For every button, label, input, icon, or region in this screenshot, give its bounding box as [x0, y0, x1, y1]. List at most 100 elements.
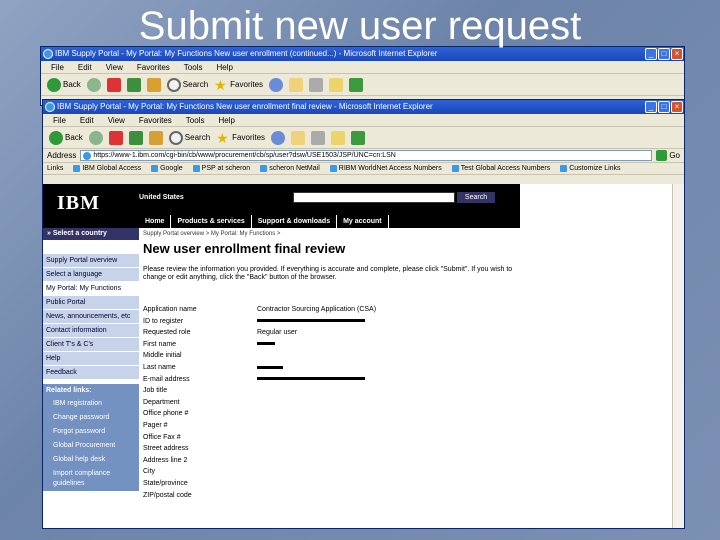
- search-label: Search: [184, 133, 211, 142]
- field-label: City: [143, 468, 156, 476]
- related-link[interactable]: Change password: [43, 411, 139, 425]
- top-nav: Home Products & services Support & downl…: [139, 215, 389, 228]
- link-item[interactable]: RIBM WorldNet Access Numbers: [330, 165, 442, 172]
- menu-file[interactable]: File: [53, 114, 66, 126]
- link-item[interactable]: Google: [151, 165, 183, 172]
- related-link[interactable]: Forgot password: [43, 425, 139, 439]
- review-field-row: State/province: [143, 478, 523, 490]
- vertical-scrollbar[interactable]: [672, 184, 684, 528]
- menu-view[interactable]: View: [106, 61, 123, 73]
- ie-icon: [45, 102, 55, 112]
- nav-products[interactable]: Products & services: [171, 215, 252, 228]
- left-nav-item[interactable]: Client T's & C's: [43, 338, 139, 352]
- maximize-button[interactable]: □: [658, 48, 670, 60]
- related-link[interactable]: Global help desk: [43, 453, 139, 467]
- folder-icon[interactable]: [331, 130, 346, 145]
- left-nav-item[interactable]: Feedback: [43, 366, 139, 380]
- link-item[interactable]: scheron NetMail: [260, 165, 320, 172]
- site-search-input[interactable]: [293, 192, 455, 203]
- messenger-icon[interactable]: [349, 77, 364, 92]
- menu-favorites[interactable]: Favorites: [139, 114, 172, 126]
- menu-tools[interactable]: Tools: [184, 61, 203, 73]
- menu-file[interactable]: File: [51, 61, 64, 73]
- review-field-row: First name: [143, 339, 523, 351]
- ibm-logo[interactable]: IBM: [57, 192, 113, 214]
- left-nav-item[interactable]: Select a language: [43, 268, 139, 282]
- left-nav: » Select a country Supply Portal overvie…: [43, 228, 139, 528]
- refresh-icon[interactable]: [126, 77, 141, 92]
- back-button[interactable]: Back: [49, 130, 83, 145]
- review-field-row: ID to register: [143, 316, 523, 328]
- menu-edit[interactable]: Edit: [80, 114, 94, 126]
- left-nav-item[interactable]: Contact information: [43, 324, 139, 338]
- forward-arrow-icon[interactable]: [88, 130, 103, 145]
- link-item[interactable]: Customize Links: [560, 165, 620, 172]
- address-input[interactable]: https://www-1.ibm.com/cgi-bin/cb/www/pro…: [80, 150, 653, 161]
- left-nav-item[interactable]: News, announcements, etc: [43, 310, 139, 324]
- print-icon[interactable]: [311, 130, 326, 145]
- breadcrumb[interactable]: Supply Portal overview > My Portal: My F…: [143, 231, 523, 237]
- related-link[interactable]: Global Procurement: [43, 439, 139, 453]
- refresh-icon[interactable]: [128, 130, 143, 145]
- search-button[interactable]: Search: [168, 130, 211, 145]
- favorites-button[interactable]: ★ Favorites: [216, 131, 265, 145]
- back-button[interactable]: Back: [47, 77, 81, 92]
- field-label: Pager #: [143, 421, 168, 429]
- nav-account[interactable]: My account: [337, 215, 389, 228]
- media-icon[interactable]: [271, 130, 286, 145]
- menu-help[interactable]: Help: [216, 61, 232, 73]
- star-icon: ★: [214, 76, 227, 93]
- related-link[interactable]: Import compliance guidelines: [43, 467, 139, 491]
- nav-support[interactable]: Support & downloads: [252, 215, 338, 228]
- left-nav-item[interactable]: Help: [43, 352, 139, 366]
- menu-edit[interactable]: Edit: [78, 61, 92, 73]
- menu-favorites[interactable]: Favorites: [137, 61, 170, 73]
- left-nav-item[interactable]: Supply Portal overview: [43, 254, 139, 268]
- search-button[interactable]: Search: [166, 77, 208, 92]
- folder-icon[interactable]: [329, 77, 344, 92]
- title-bar[interactable]: IBM Supply Portal - My Portal: My Functi…: [41, 47, 684, 61]
- favorites-button[interactable]: ★ Favorites: [214, 78, 263, 92]
- menu-help[interactable]: Help: [218, 114, 234, 126]
- toolbar: Back Search ★ Favorites: [41, 74, 684, 96]
- media-icon[interactable]: [269, 77, 284, 92]
- left-nav-item[interactable]: Public Portal: [43, 296, 139, 310]
- close-button[interactable]: ×: [671, 101, 683, 113]
- ie-icon: [43, 49, 53, 59]
- site-search-button[interactable]: Search: [457, 192, 495, 203]
- go-button[interactable]: Go: [656, 150, 684, 161]
- print-icon[interactable]: [309, 77, 324, 92]
- field-label: Application name: [143, 306, 197, 313]
- menu-view[interactable]: View: [108, 114, 125, 126]
- menu-bar: File Edit View Favorites Tools Help: [43, 114, 684, 127]
- close-button[interactable]: ×: [671, 48, 683, 60]
- home-icon[interactable]: [146, 77, 161, 92]
- review-field-row: Middle initial: [143, 350, 523, 362]
- forward-arrow-icon[interactable]: [86, 77, 101, 92]
- stop-icon[interactable]: [106, 77, 121, 92]
- browser-window-front: IBM Supply Portal - My Portal: My Functi…: [42, 99, 685, 529]
- link-item[interactable]: IBM Global Access: [73, 165, 141, 172]
- related-link[interactable]: IBM registration: [43, 397, 139, 411]
- messenger-icon[interactable]: [351, 130, 366, 145]
- review-field-row: Pager #: [143, 420, 523, 432]
- menu-tools[interactable]: Tools: [186, 114, 205, 126]
- page-title: New user enrollment final review: [143, 241, 346, 256]
- nav-home[interactable]: Home: [139, 215, 172, 228]
- title-bar[interactable]: IBM Supply Portal - My Portal: My Functi…: [43, 100, 684, 114]
- home-icon[interactable]: [148, 130, 163, 145]
- field-value: [257, 339, 275, 351]
- link-item[interactable]: PSP at scheron: [193, 165, 251, 172]
- link-item[interactable]: Test Global Access Numbers: [452, 165, 550, 172]
- review-field-row: E-mail address: [143, 374, 523, 386]
- maximize-button[interactable]: □: [658, 101, 670, 113]
- mail-icon[interactable]: [289, 77, 304, 92]
- select-country-link[interactable]: » Select a country: [43, 228, 139, 240]
- field-label: First name: [143, 340, 177, 348]
- favorites-label: Favorites: [232, 133, 266, 142]
- stop-icon[interactable]: [108, 130, 123, 145]
- mail-icon[interactable]: [291, 130, 306, 145]
- minimize-button[interactable]: _: [645, 48, 657, 60]
- minimize-button[interactable]: _: [645, 101, 657, 113]
- left-nav-item-active[interactable]: My Portal: My Functions: [43, 282, 139, 296]
